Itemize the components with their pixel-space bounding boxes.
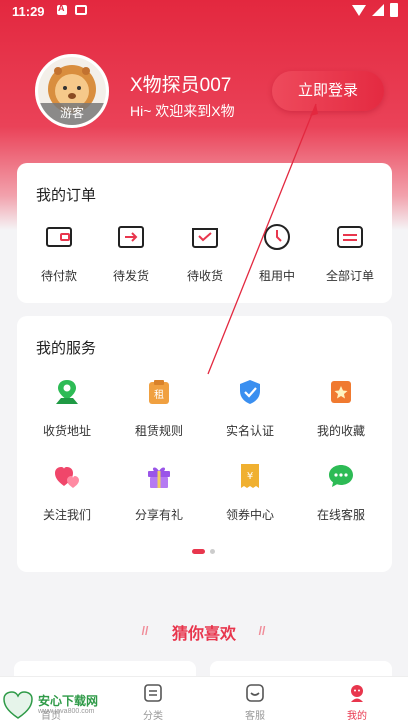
orders-list-icon xyxy=(337,226,363,248)
welcome-text: Hi~ 欢迎来到X物 xyxy=(130,103,235,119)
orders-title: 我的订单 xyxy=(36,187,97,204)
coupon-icon: ¥ xyxy=(241,464,259,488)
service-address[interactable]: 收货地址 xyxy=(27,378,107,442)
status-bar: 11:29 xyxy=(0,0,408,24)
order-pending-payment[interactable]: 待付款 xyxy=(23,223,95,283)
recommend-title: 猜你喜欢 xyxy=(171,626,236,643)
service-rent-rules[interactable]: 租 租赁规则 xyxy=(119,378,199,442)
recommend-heading: // 猜你喜欢 // xyxy=(0,620,408,644)
sim-icon xyxy=(75,5,87,15)
service-label: 收货地址 xyxy=(42,424,91,438)
username: X物探员007 xyxy=(130,75,232,96)
battery-icon xyxy=(390,3,398,17)
svg-text:租: 租 xyxy=(154,388,164,401)
tab-service[interactable]: 客服 xyxy=(204,677,306,725)
service-online-support[interactable]: 在线客服 xyxy=(301,462,381,526)
service-label: 我的收藏 xyxy=(316,424,365,438)
order-item-label: 租用中 xyxy=(258,269,295,283)
orders-card: 我的订单 待付款 待发货 待收货 租用中 全部订单 xyxy=(17,163,392,303)
watermark-name: 安心下载网 xyxy=(38,694,99,708)
service-share-gift[interactable]: 分享有礼 xyxy=(119,462,199,526)
order-item-label: 全部订单 xyxy=(325,269,374,283)
order-item-label: 待发货 xyxy=(112,269,149,283)
service-favorites[interactable]: 我的收藏 xyxy=(301,378,381,442)
signal-icon xyxy=(372,4,384,16)
services-card: 我的服务 收货地址 租 租赁规则 实名认证 我的收藏 关注我们 分享有礼 ¥ 领… xyxy=(17,316,392,572)
hearts-icon xyxy=(55,467,79,488)
order-item-label: 待收货 xyxy=(186,269,223,283)
receive-box-icon xyxy=(192,228,218,248)
status-time: 11:29 xyxy=(12,4,45,19)
tab-mine[interactable]: 我的 xyxy=(306,677,408,725)
wallet-icon xyxy=(46,227,72,247)
pager-dot[interactable] xyxy=(210,549,215,554)
mine-icon xyxy=(351,685,363,702)
svg-text:¥: ¥ xyxy=(247,471,253,482)
gift-icon xyxy=(148,467,170,488)
service-label: 实名认证 xyxy=(225,424,274,438)
category-icon xyxy=(144,684,162,702)
service-follow-us[interactable]: 关注我们 xyxy=(27,462,107,526)
login-button[interactable]: 立即登录 xyxy=(272,71,384,111)
watermark: 安心下载网 www.java800.com xyxy=(2,690,102,720)
tab-label: 客服 xyxy=(245,711,265,722)
chat-icon xyxy=(329,465,353,487)
rent-rules-icon: 租 xyxy=(149,380,169,404)
service-label: 关注我们 xyxy=(42,508,91,522)
order-item-label: 待付款 xyxy=(40,269,77,283)
service-icon xyxy=(246,684,264,702)
services-title: 我的服务 xyxy=(36,340,97,357)
order-renting[interactable]: 租用中 xyxy=(241,223,313,283)
decor-slash-right: // xyxy=(258,624,266,638)
service-label: 租赁规则 xyxy=(134,424,183,438)
guest-tag: 游客 xyxy=(38,103,106,125)
service-verification[interactable]: 实名认证 xyxy=(210,378,290,442)
shield-check-icon xyxy=(240,380,260,404)
star-bookmark-icon xyxy=(331,381,351,403)
tab-category[interactable]: 分类 xyxy=(102,677,204,725)
tab-label: 我的 xyxy=(347,711,367,722)
service-label: 分享有礼 xyxy=(134,508,183,522)
order-pending-receipt[interactable]: 待收货 xyxy=(169,223,241,283)
order-pending-shipment[interactable]: 待发货 xyxy=(95,223,167,283)
watermark-url: www.java800.com xyxy=(38,708,95,715)
avatar[interactable]: 游客 xyxy=(35,54,109,128)
pager-dot-active[interactable] xyxy=(192,549,205,554)
service-coupons[interactable]: ¥ 领券中心 xyxy=(210,462,290,526)
notification-icon xyxy=(57,3,67,15)
location-icon xyxy=(56,380,78,404)
send-box-icon xyxy=(118,226,144,248)
tab-label: 分类 xyxy=(143,711,163,722)
order-all[interactable]: 全部订单 xyxy=(314,223,386,283)
watermark-logo-icon xyxy=(3,691,33,719)
service-label: 在线客服 xyxy=(316,508,365,522)
wifi-icon xyxy=(352,5,366,16)
decor-slash-left: // xyxy=(141,624,149,638)
service-label: 领券中心 xyxy=(225,508,274,522)
clock-icon xyxy=(264,224,290,250)
